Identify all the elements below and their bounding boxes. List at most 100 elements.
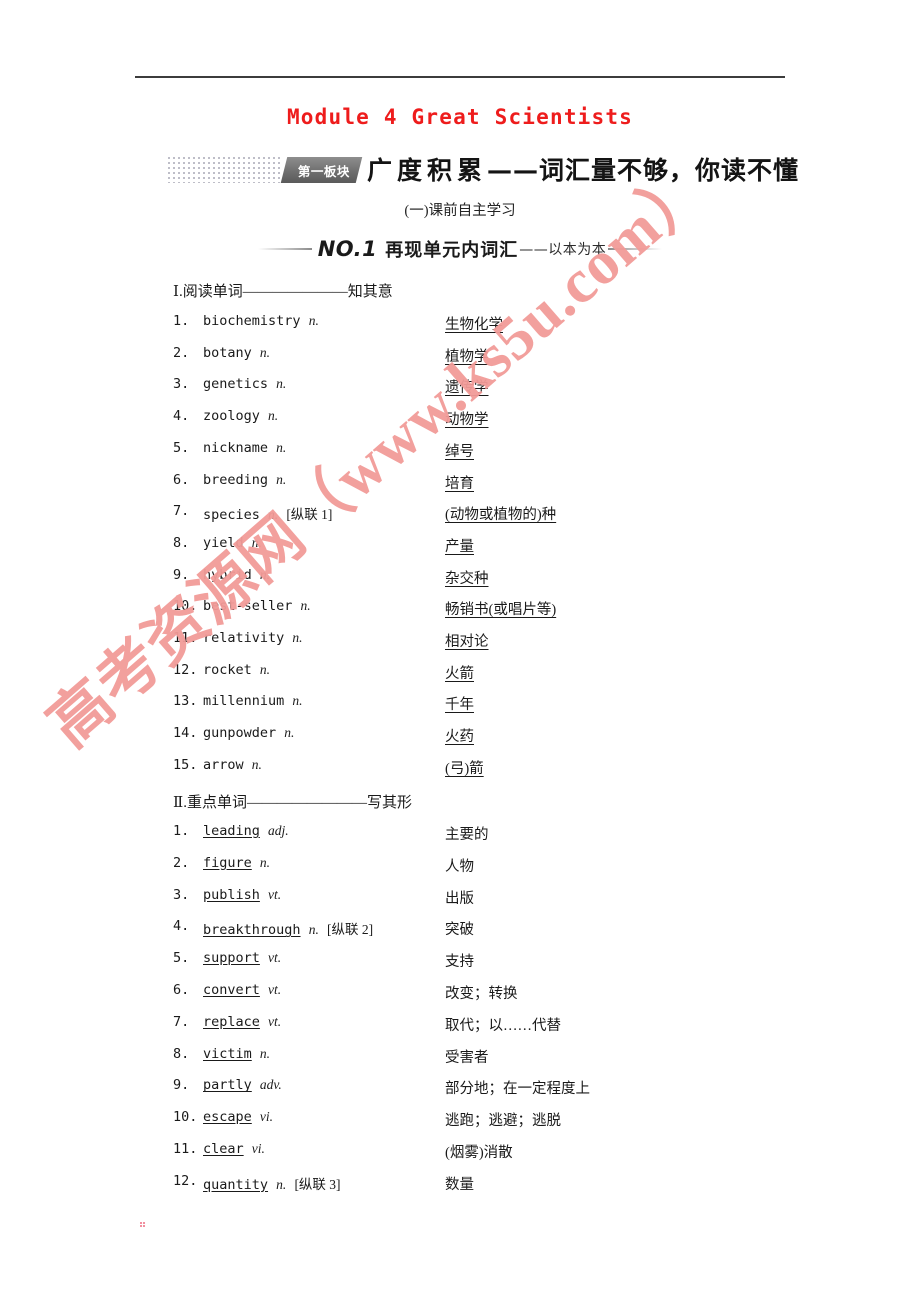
header-rule	[135, 76, 785, 78]
page-title: Module 4 Great Scientists	[286, 105, 634, 129]
vocab-index: 6.	[173, 471, 190, 488]
vocab-row: 8. yield n. 产量	[173, 535, 813, 557]
vocab-meaning: 动物学	[445, 412, 489, 429]
vocab-word-text: nickname	[203, 439, 269, 456]
vocab-row: 6. breeding n. 培育	[173, 472, 813, 494]
vocab-word: quantity n. [纵联 3]	[203, 1173, 341, 1193]
vocab-index: 9.	[173, 1077, 190, 1094]
vocab-word-text: figure	[203, 854, 252, 871]
vocab-part-of-speech: n.	[276, 1176, 287, 1192]
vocab-meaning: 取代；以……代替	[445, 1017, 561, 1034]
vocab-word-text: convert	[203, 982, 260, 998]
vocab-word: best-seller n.	[203, 598, 311, 614]
no1-heading: NO.1 再现单元内词汇 ——以本为本	[0, 236, 920, 262]
vocab-part-of-speech: n.	[259, 566, 271, 582]
vocab-word: yield n.	[203, 535, 262, 551]
vocab-part-of-speech: n.	[300, 598, 311, 614]
vocab-meaning: 出版	[445, 890, 474, 907]
vocab-part-of-speech: n.	[251, 756, 262, 772]
section-two-roman: Ⅱ	[173, 795, 184, 811]
vocab-word: partly adv.	[203, 1077, 282, 1093]
section-two-heading: Ⅱ.重点单词————————写其形	[173, 791, 412, 812]
vocab-index: 9.	[173, 566, 190, 583]
vocab-meaning: 逃跑；逃避；逃脱	[445, 1113, 561, 1130]
vocab-meaning: 数量	[445, 1176, 474, 1193]
halftone-dots-icon	[168, 157, 282, 183]
vocab-meaning: 植物学	[445, 348, 489, 365]
vocab-word: escape vi.	[203, 1109, 273, 1125]
vocab-index: 1.	[173, 313, 190, 329]
vocab-part-of-speech: vt.	[268, 982, 282, 997]
vocab-row: 6. convert vt. 改变；转换	[173, 982, 813, 1004]
vocab-row: 15. arrow n. (弓)箭	[173, 757, 813, 779]
vocab-row: 4. zoology n. 动物学	[173, 408, 813, 430]
vocab-index: 7.	[173, 1013, 190, 1030]
vocab-row: 7. species n. [纵联 1] (动物或植物的)种	[173, 503, 813, 525]
vocab-part-of-speech: n.	[251, 534, 262, 550]
vocab-part-of-speech: n.	[259, 1045, 271, 1061]
vocab-row: 9. hybrid n. 杂交种	[173, 567, 813, 589]
vocab-row: 10. escape vi. 逃跑；逃避；逃脱	[173, 1109, 813, 1131]
vocab-word: species n. [纵联 1]	[203, 503, 332, 523]
vocab-part-of-speech: n.	[284, 725, 295, 741]
vocab-word-text: clear	[203, 1141, 244, 1157]
vocab-meaning: 支持	[445, 954, 474, 971]
vocab-part-of-speech: n.	[259, 854, 271, 870]
vocab-word: rocket n.	[203, 662, 270, 678]
vocab-row: 2. botany n. 植物学	[173, 345, 813, 367]
vocab-word-text: millennium	[203, 693, 285, 710]
vocab-row: 1. biochemistry n. 生物化学	[173, 313, 813, 335]
vocab-row: 12. quantity n. [纵联 3] 数量	[173, 1173, 813, 1195]
vocab-row: 1. leading adj. 主要的	[173, 823, 813, 845]
vocab-word-text: breeding	[203, 471, 269, 488]
vocab-word: hybrid n.	[203, 567, 270, 583]
vocab-part-of-speech: n.	[292, 693, 303, 709]
vocab-row: 5. nickname n. 绰号	[173, 440, 813, 462]
vocab-meaning: 部分地；在一定程度上	[445, 1081, 590, 1098]
vocab-word: millennium n.	[203, 693, 303, 709]
vocab-word-text: arrow	[203, 756, 244, 773]
section-two-heading-text: .重点单词————————写其形	[183, 795, 412, 811]
vocab-index: 10.	[173, 598, 198, 615]
vocab-word-text: gunpowder	[203, 725, 277, 742]
dash-right-rule	[608, 248, 663, 250]
vocab-part-of-speech: n.	[259, 661, 271, 677]
vocab-word-text: yield	[203, 534, 244, 551]
vocab-index: 4.	[173, 408, 190, 425]
vocab-index: 5.	[173, 439, 190, 456]
vocab-word: publish vt.	[203, 887, 281, 903]
vocab-word: biochemistry n.	[203, 313, 319, 329]
vocab-index: 15.	[173, 756, 198, 773]
vocab-part-of-speech: vt.	[268, 950, 282, 966]
vocab-word: leading adj.	[203, 823, 289, 839]
vocab-meaning: 畅销书(或唱片等)	[445, 602, 557, 619]
vocab-meaning: 人物	[445, 858, 474, 875]
vocab-word-text: support	[203, 950, 260, 967]
vocab-cross-ref: [纵联 2]	[326, 922, 374, 938]
banner-heading-rest: ——词汇量不够，你读不懂	[487, 155, 800, 185]
vocab-part-of-speech: n.	[259, 344, 271, 360]
banner-tag-label: 第一板块	[298, 163, 351, 179]
vocab-word-text: replace	[203, 1013, 260, 1030]
vocab-word-text: species	[203, 507, 260, 524]
vocab-word: relativity n.	[203, 630, 303, 646]
vocab-index: 11.	[173, 1141, 198, 1157]
vocab-row: 3. publish vt. 出版	[173, 887, 813, 909]
vocab-row: 2. figure n. 人物	[173, 855, 813, 877]
vocab-index: 3.	[173, 376, 190, 393]
vocab-word-text: leading	[203, 823, 260, 839]
vocab-word-text: victim	[203, 1045, 252, 1062]
section-one-heading-text: .阅读单词———————知其意	[178, 284, 393, 300]
vocab-part-of-speech: vt.	[268, 1013, 282, 1029]
vocab-row: 14. gunpowder n. 火药	[173, 725, 813, 747]
vocab-word: gunpowder n.	[203, 725, 294, 741]
vocab-part-of-speech: vi.	[251, 1141, 265, 1156]
subtitle: (一)课前自主学习	[404, 203, 516, 219]
vocab-word-text: best-seller	[203, 598, 293, 615]
vocab-meaning: 生物化学	[445, 317, 503, 333]
vocab-row: 7. replace vt. 取代；以……代替	[173, 1014, 813, 1036]
vocab-row: 13. millennium n. 千年	[173, 693, 813, 715]
vocab-meaning: 突破	[445, 922, 474, 939]
page-speck	[140, 1222, 146, 1227]
vocab-row: 11. clear vi. (烟雾)消散	[173, 1141, 813, 1163]
